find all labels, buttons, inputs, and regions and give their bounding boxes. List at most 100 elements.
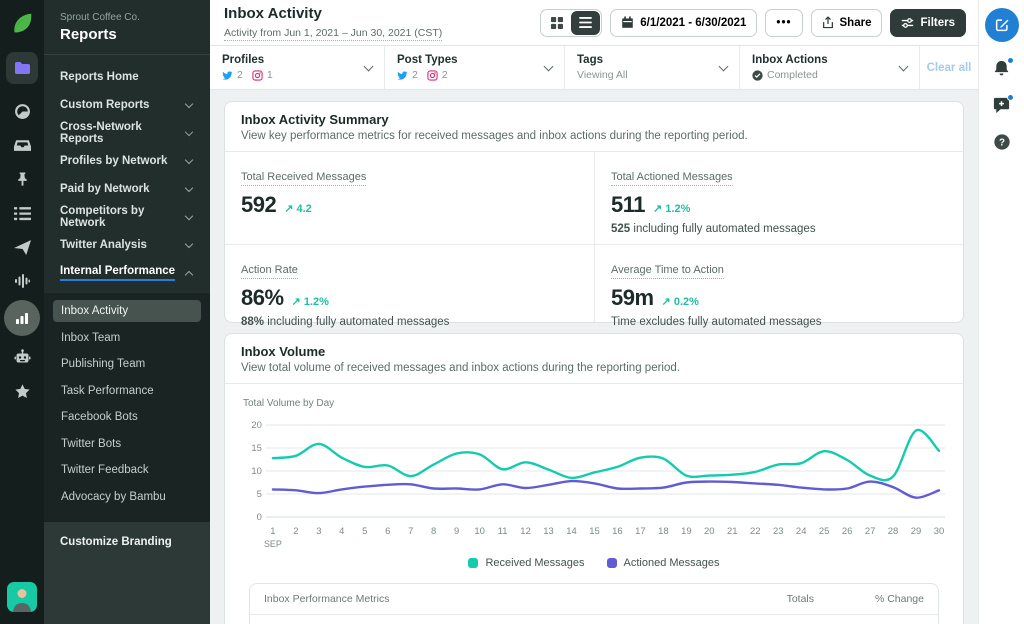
svg-text:3: 3 [316, 526, 321, 537]
notification-badge [1007, 57, 1014, 64]
svg-text:7: 7 [408, 526, 413, 537]
legend-item-actioned[interactable]: Actioned Messages [606, 557, 720, 569]
date-range-button[interactable]: 6/1/2021 - 6/30/2021 [610, 8, 758, 37]
inbox-activity-summary-card: Inbox Activity Summary View key performa… [224, 101, 964, 328]
list-icon [579, 17, 593, 28]
compose-button[interactable] [984, 8, 1019, 42]
nav-bot-icon[interactable] [0, 340, 44, 374]
sprout-logo[interactable] [9, 10, 35, 36]
sidebar-item-label: Profiles by Network [60, 155, 168, 167]
sidebar-item-custom-reports[interactable]: Custom Reports [60, 91, 194, 119]
metric-note: Time excludes fully automated messages [611, 316, 822, 328]
sidebar-item-internal-performance[interactable]: Internal Performance [60, 259, 194, 287]
filters-button[interactable]: Filters [890, 8, 966, 37]
reports-nav: Reports Home Custom Reports Cross-Network … [44, 55, 210, 293]
summary-title: Inbox Activity Summary [241, 112, 389, 127]
metric-label[interactable]: Average Time to Action [611, 264, 724, 279]
sidebar-item-label: Competitors by Network [60, 205, 145, 229]
inbox-actions-filter-value: Completed [767, 69, 818, 81]
tags-filter[interactable]: Tags Viewing All [565, 46, 740, 89]
submenu-item-twitter-bots[interactable]: Twitter Bots [53, 433, 201, 455]
metric-label[interactable]: Action Rate [241, 264, 298, 279]
chevron-down-icon [184, 155, 194, 164]
submenu-item-publishing-team[interactable]: Publishing Team [53, 353, 201, 375]
grid-view-button[interactable] [542, 11, 571, 35]
post-types-filter[interactable]: Post Types 2 2 [385, 46, 565, 89]
list-view-button[interactable] [571, 10, 601, 35]
check-circle-icon [752, 69, 763, 81]
report-date-subtitle[interactable]: Activity from Jun 1, 2021 – Jun 30, 2021… [224, 27, 443, 41]
customize-branding-link[interactable]: Customize Branding [60, 536, 194, 548]
sidebar-item-paid-by-network[interactable]: Paid by Network [60, 175, 194, 203]
inbox-actions-filter[interactable]: Inbox Actions Completed [740, 46, 920, 89]
svg-text:2: 2 [293, 526, 298, 537]
nav-queue-icon[interactable] [0, 196, 44, 230]
inbox-volume-card: Inbox Volume View total volume of receiv… [224, 333, 964, 624]
instagram-icon [427, 69, 438, 81]
svg-text:27: 27 [865, 526, 876, 537]
view-toggle [540, 8, 603, 37]
legend-item-received[interactable]: Received Messages [468, 557, 585, 569]
help-button[interactable]: ? [993, 133, 1011, 153]
svg-text:13: 13 [543, 526, 554, 537]
sidebar-item-label: Cross-Network Reports [60, 121, 142, 145]
clear-all-link[interactable]: Clear all [920, 46, 978, 89]
profiles-filter[interactable]: Profiles 2 1 [210, 46, 385, 89]
notifications-button[interactable] [992, 57, 1014, 79]
sidebar-item-label: Paid by Network [60, 183, 150, 195]
metric-delta: ↗ 4.2 [284, 203, 312, 215]
sidebar-item-reports-home[interactable]: Reports Home [60, 63, 194, 91]
metric-label[interactable]: Total Received Messages [241, 171, 367, 186]
share-button[interactable]: Share [810, 8, 883, 37]
svg-text:12: 12 [520, 526, 531, 537]
summary-subtitle: View key performance metrics for receive… [241, 130, 748, 142]
metric-delta: ↗ 0.2% [661, 296, 699, 308]
svg-text:8: 8 [431, 526, 436, 537]
submenu-item-task-performance[interactable]: Task Performance [53, 380, 201, 402]
metric-value: 511 [611, 192, 646, 217]
nav-advocacy-icon[interactable] [0, 374, 44, 408]
nav-pin-icon[interactable] [0, 162, 44, 196]
metric-average-time-to-action: Average Time to Action 59m ↗ 0.2% Time ex… [594, 244, 963, 328]
svg-text:10: 10 [474, 526, 485, 537]
sidebar-item-profiles-by-network[interactable]: Profiles by Network [60, 147, 194, 175]
nav-publishing-icon[interactable] [0, 230, 44, 264]
metric-value: 59m [611, 285, 654, 310]
profiles-twitter-count: 2 [237, 69, 243, 81]
chevron-down-icon [543, 61, 554, 71]
submenu-item-inbox-activity[interactable]: Inbox Activity [53, 300, 201, 322]
svg-text:5: 5 [257, 489, 262, 500]
nav-listening-icon[interactable] [0, 264, 44, 298]
table-header-metrics: Inbox Performance Metrics [264, 593, 390, 605]
sidebar-item-competitors-by-network[interactable]: Competitors by Network [60, 203, 194, 231]
metric-delta: ↗ 1.2% [291, 296, 329, 308]
nav-folder-icon[interactable] [6, 52, 38, 84]
filters-label: Filters [920, 16, 955, 29]
nav-reports-icon[interactable] [4, 300, 40, 336]
submenu-item-facebook-bots[interactable]: Facebook Bots [53, 406, 201, 428]
app-icon-rail [0, 0, 44, 624]
submenu-item-twitter-feedback[interactable]: Twitter Feedback [53, 459, 201, 481]
feedback-button[interactable] [992, 94, 1014, 116]
tags-filter-label: Tags [577, 54, 603, 66]
submenu-item-advocacy-by-bambu[interactable]: Advocacy by Bambu [53, 486, 201, 508]
svg-text:17: 17 [635, 526, 646, 537]
profiles-filter-label: Profiles [222, 54, 265, 66]
more-options-button[interactable]: ••• [765, 8, 803, 37]
nav-inbox-icon[interactable] [0, 128, 44, 162]
metric-total-received-messages: Total Received Messages 592 ↗ 4.2 [225, 152, 594, 244]
sidebar-item-label: Internal Performance [60, 265, 176, 281]
help-icon: ? [993, 134, 1010, 150]
chevron-down-icon [184, 183, 194, 192]
sidebar-footer: Customize Branding [44, 522, 210, 624]
sidebar-item-twitter-analysis[interactable]: Twitter Analysis [60, 231, 194, 259]
sidebar-item-cross-network-reports[interactable]: Cross-Network Reports [60, 119, 194, 147]
submenu-item-inbox-team[interactable]: Inbox Team [53, 327, 201, 349]
inbox-performance-table: Inbox Performance Metrics Totals % Chang… [249, 583, 939, 624]
feedback-badge [1007, 94, 1014, 101]
user-avatar[interactable] [7, 582, 37, 612]
post-types-twitter-count: 2 [412, 69, 418, 81]
instagram-icon [252, 69, 263, 81]
metric-label[interactable]: Total Actioned Messages [611, 171, 733, 186]
nav-gauge-icon[interactable] [0, 94, 44, 128]
